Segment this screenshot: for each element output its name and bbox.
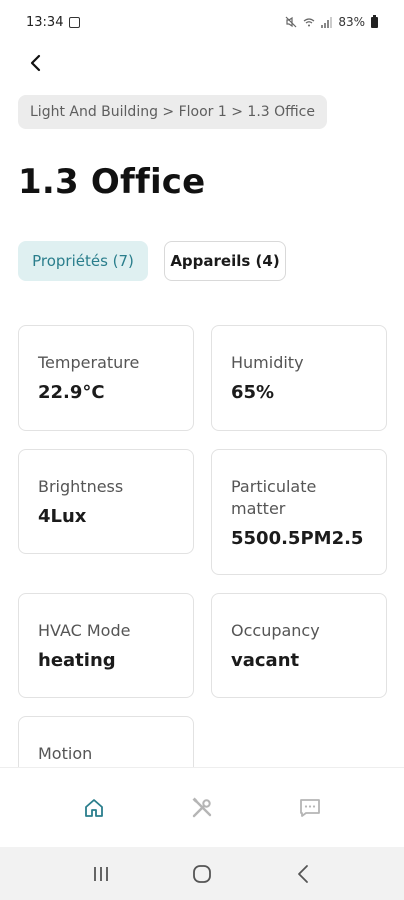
property-card-hvac-mode[interactable]: HVAC Mode heating	[18, 593, 194, 698]
property-value: 65%	[231, 382, 275, 403]
nav-tools[interactable]	[172, 778, 232, 838]
home-icon	[85, 798, 103, 817]
nav-messages[interactable]	[280, 778, 340, 838]
property-label: Motion	[38, 744, 93, 763]
property-value: 4Lux	[38, 506, 87, 527]
property-label: Temperature	[38, 353, 140, 372]
property-card-occupancy[interactable]: Occupancy vacant	[211, 593, 387, 698]
property-value: 5500.5PM2.5	[231, 528, 364, 549]
recents-button[interactable]	[71, 854, 131, 894]
property-card-humidity[interactable]: Humidity 65%	[211, 325, 387, 431]
tools-icon	[192, 797, 212, 817]
system-back-button[interactable]	[273, 854, 333, 894]
bottom-nav	[0, 767, 404, 847]
property-card-brightness[interactable]: Brightness 4Lux	[18, 449, 194, 554]
property-value: heating	[38, 650, 116, 671]
nav-home[interactable]	[64, 778, 124, 838]
home-circle-icon	[193, 864, 211, 883]
property-label: HVAC Mode	[38, 621, 131, 640]
property-card-particulate-matter[interactable]: Particulate matter 5500.5PM2.5	[211, 449, 387, 575]
system-home-button[interactable]	[172, 854, 232, 894]
property-label: Humidity	[231, 353, 304, 372]
property-value: 22.9°C	[38, 382, 105, 403]
chat-icon	[300, 798, 320, 817]
property-card-motion[interactable]: Motion	[18, 716, 194, 767]
recents-icon	[93, 866, 108, 881]
system-nav-bar	[0, 847, 404, 900]
back-icon	[298, 864, 309, 883]
property-label: Occupancy	[231, 621, 320, 640]
property-value: vacant	[231, 650, 300, 671]
property-label: Brightness	[38, 477, 124, 496]
properties-grid: Temperature 22.9°C Humidity 65% Brightne…	[0, 0, 404, 767]
property-label: Particulate matter	[231, 477, 317, 518]
property-card-temperature[interactable]: Temperature 22.9°C	[18, 325, 194, 431]
